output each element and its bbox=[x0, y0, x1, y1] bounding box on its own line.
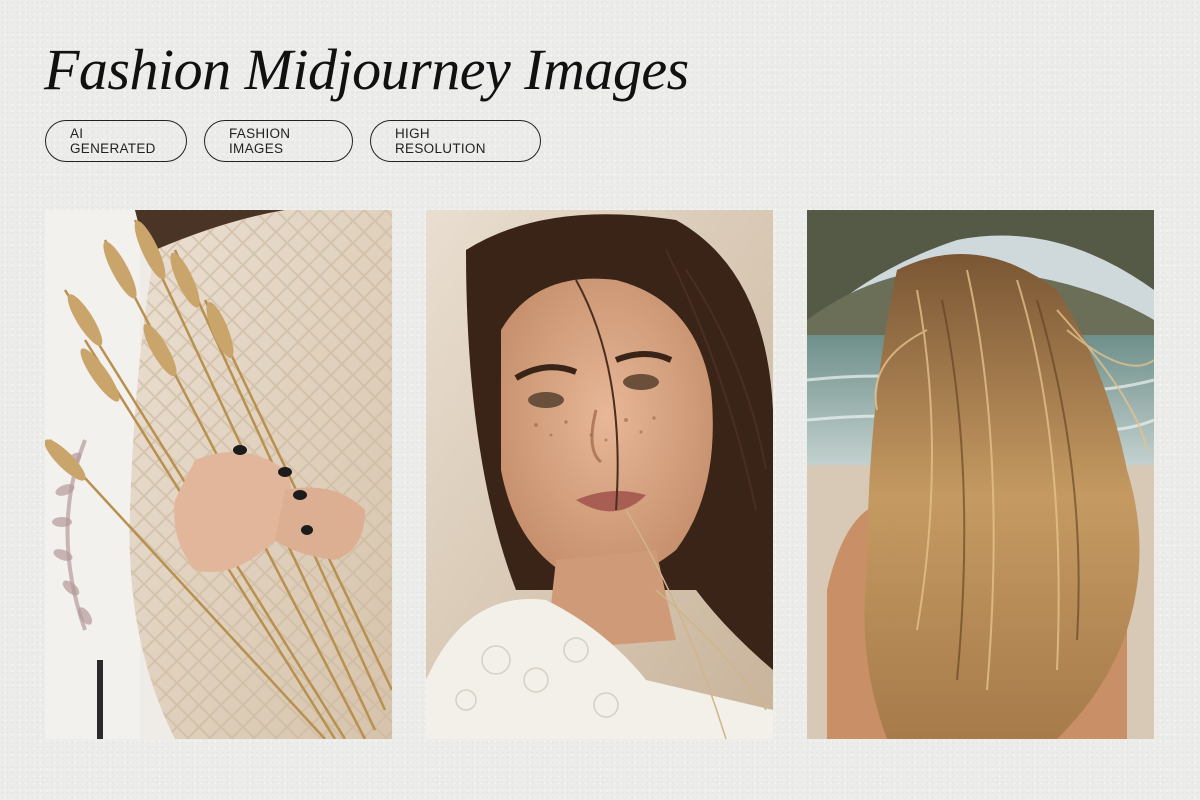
photo-freckled-portrait[interactable] bbox=[426, 210, 773, 739]
photo-freckled-portrait-image bbox=[426, 210, 773, 739]
tag-fashion-images[interactable]: FASHION IMAGES bbox=[204, 120, 353, 162]
tag-list: AI GENERATED FASHION IMAGES HIGH RESOLUT… bbox=[45, 120, 541, 162]
tag-ai-generated[interactable]: AI GENERATED bbox=[45, 120, 187, 162]
photo-beach-hair-image bbox=[807, 210, 1154, 739]
photo-sweater-wheat-image bbox=[45, 210, 392, 739]
photo-beach-hair[interactable] bbox=[807, 210, 1154, 739]
page-title: Fashion Midjourney Images bbox=[44, 37, 689, 102]
tag-high-resolution[interactable]: HIGH RESOLUTION bbox=[370, 120, 541, 162]
photo-sweater-wheat[interactable] bbox=[45, 210, 392, 739]
